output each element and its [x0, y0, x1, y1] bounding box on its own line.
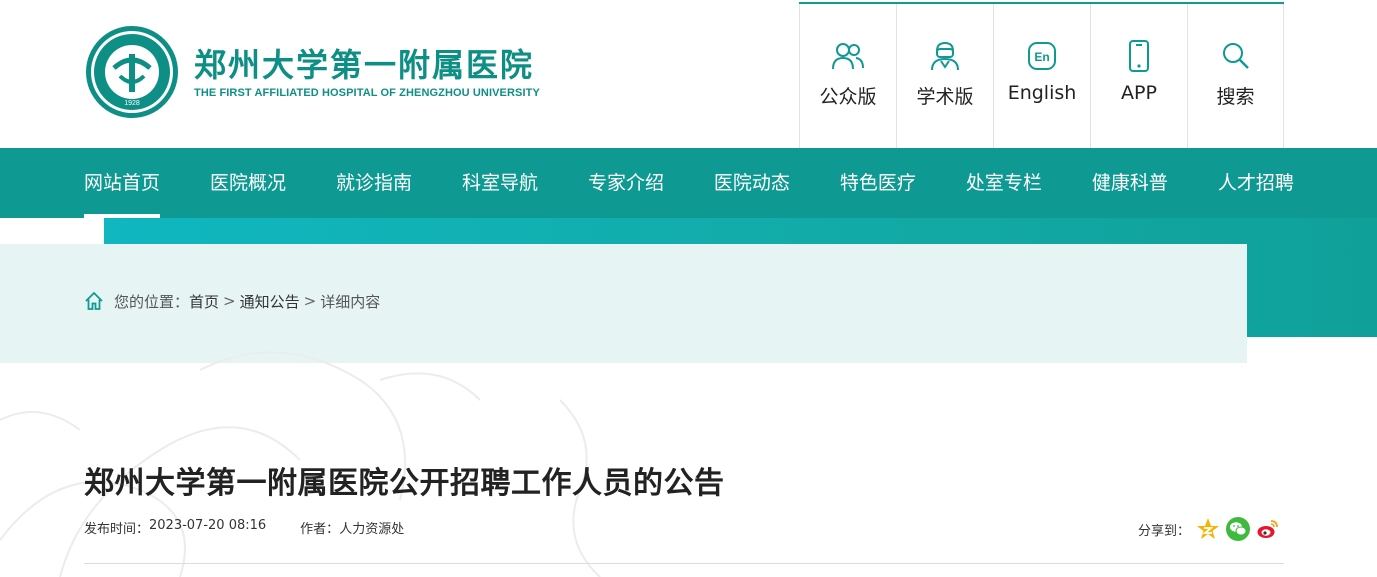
divider — [84, 563, 1284, 564]
breadcrumb: 您的位置： 首页 > 通知公告 > 详细内容 — [84, 290, 380, 312]
breadcrumb-home-link[interactable]: 首页 — [189, 291, 219, 312]
breadcrumb-section-link[interactable]: 通知公告 — [240, 291, 300, 312]
nav-item-recruitment[interactable]: 人才招聘 — [1218, 148, 1294, 218]
hospital-seal-icon: 1928 — [86, 26, 178, 118]
author-name: 人力资源处 — [339, 522, 405, 537]
publish-time: 2023-07-20 08:16 — [149, 518, 267, 533]
svg-text:En: En — [1034, 50, 1049, 64]
breadcrumb-separator: > — [303, 292, 317, 310]
home-icon[interactable] — [84, 291, 104, 311]
english-version-button[interactable]: En English — [993, 4, 1090, 148]
nav-item-home[interactable]: 网站首页 — [84, 148, 161, 218]
phone-icon — [1123, 40, 1155, 72]
app-button[interactable]: APP — [1090, 4, 1187, 148]
author-label: 作者： — [300, 522, 340, 537]
nav-item-offices[interactable]: 处室专栏 — [966, 148, 1042, 218]
article-meta: 发布时间： 2023-07-20 08:16 作者： 人力资源处 — [84, 518, 404, 537]
people-icon — [832, 40, 864, 72]
nav-item-guide[interactable]: 就诊指南 — [336, 148, 412, 218]
tool-label: APP — [1121, 82, 1157, 104]
breadcrumb-prefix: 您的位置： — [114, 292, 190, 311]
en-icon: En — [1026, 40, 1058, 72]
main-nav: 网站首页 医院概况 就诊指南 科室导航 专家介绍 医院动态 特色医疗 处室专栏 … — [0, 148, 1377, 218]
share-bar: 分享到： — [1138, 517, 1280, 541]
academic-version-button[interactable]: 学术版 — [896, 4, 993, 148]
qzone-star-icon[interactable] — [1196, 517, 1220, 541]
public-version-button[interactable]: 公众版 — [799, 4, 896, 148]
nav-item-featured[interactable]: 特色医疗 — [840, 148, 916, 218]
nav-item-health[interactable]: 健康科普 — [1092, 148, 1168, 218]
publish-label: 发布时间： — [84, 522, 150, 537]
svg-text:1928: 1928 — [124, 100, 140, 107]
nav-item-overview[interactable]: 医院概况 — [210, 148, 286, 218]
search-icon — [1220, 40, 1252, 72]
logo-english-name: THE FIRST AFFILIATED HOSPITAL OF ZHENGZH… — [194, 87, 540, 99]
search-button[interactable]: 搜索 — [1187, 4, 1284, 148]
tool-label: 搜索 — [1216, 86, 1255, 108]
nav-item-departments[interactable]: 科室导航 — [462, 148, 538, 218]
breadcrumb-separator: > — [223, 292, 236, 310]
header-tools: 公众版 学术版 En English APP 搜索 — [799, 2, 1284, 148]
site-logo[interactable]: 1928 郑州大学第一附属医院 THE FIRST AFFILIATED HOS… — [84, 24, 540, 120]
logo-chinese-name: 郑州大学第一附属医院 — [194, 46, 535, 84]
article-title: 郑州大学第一附属医院公开招聘工作人员的公告 — [84, 466, 725, 501]
share-label: 分享到： — [1138, 523, 1191, 539]
wechat-icon[interactable] — [1226, 517, 1251, 541]
nav-item-news[interactable]: 医院动态 — [714, 148, 790, 218]
tool-label: 公众版 — [819, 86, 877, 108]
site-header: 1928 郑州大学第一附属医院 THE FIRST AFFILIATED HOS… — [0, 0, 1377, 148]
tool-label: English — [1007, 82, 1077, 104]
tool-label: 学术版 — [916, 86, 974, 108]
breadcrumb-current: 详细内容 — [320, 292, 381, 311]
doctor-icon — [929, 40, 961, 72]
nav-item-experts[interactable]: 专家介绍 — [588, 148, 664, 218]
weibo-icon[interactable] — [1256, 517, 1280, 541]
